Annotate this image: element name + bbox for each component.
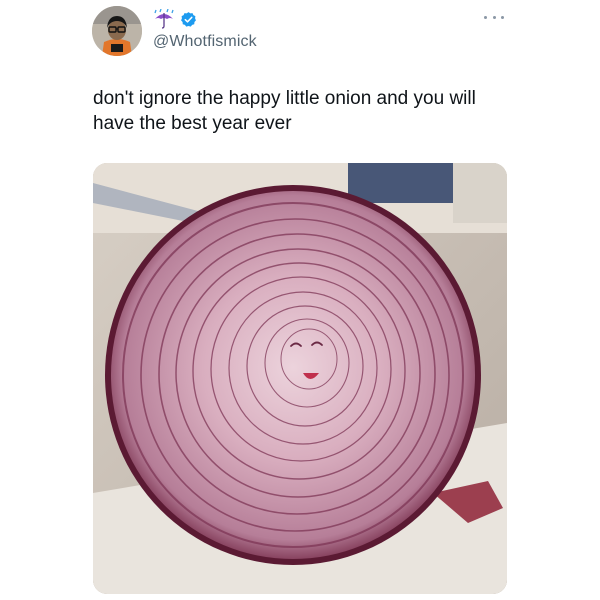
- umbrella-with-rain-icon: [154, 9, 174, 29]
- onion-photo: [93, 163, 507, 594]
- verified-badge-icon: [181, 11, 196, 27]
- handle[interactable]: @Whotfismick: [153, 33, 257, 51]
- avatar-image: [92, 6, 142, 56]
- tweet: @Whotfismick don't ignore the happy litt…: [0, 0, 600, 600]
- tweet-image[interactable]: [93, 163, 507, 594]
- avatar[interactable]: [92, 6, 142, 56]
- display-name[interactable]: [152, 9, 197, 29]
- onion-rings: [105, 185, 481, 565]
- more-options-icon[interactable]: [484, 12, 504, 22]
- tweet-text: don't ignore the happy little onion and …: [93, 88, 476, 134]
